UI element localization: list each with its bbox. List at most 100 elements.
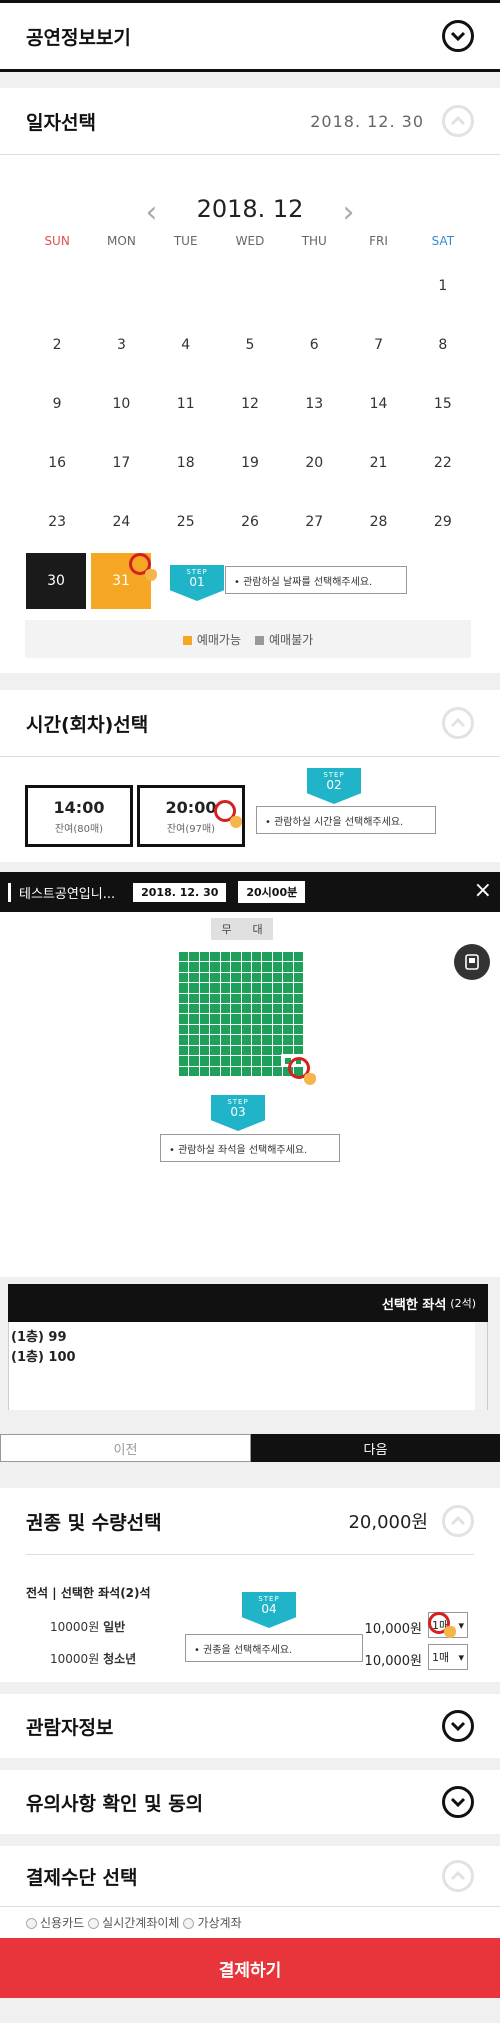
seat[interactable]	[210, 1035, 220, 1045]
calendar-day-selected[interactable]: 30	[26, 553, 86, 609]
chevron-right-icon[interactable]: ›	[343, 195, 355, 230]
seat[interactable]	[251, 1066, 262, 1076]
seat[interactable]	[199, 1014, 210, 1024]
seat[interactable]	[231, 1056, 241, 1066]
seat[interactable]	[179, 1014, 189, 1024]
seat[interactable]	[241, 983, 251, 993]
seat[interactable]	[283, 962, 293, 972]
seat[interactable]	[210, 983, 220, 993]
seat[interactable]	[199, 972, 210, 983]
seat[interactable]	[199, 1056, 210, 1066]
seat[interactable]	[293, 1014, 303, 1024]
seat[interactable]	[231, 952, 241, 962]
seat[interactable]	[241, 1035, 251, 1045]
seat[interactable]	[231, 1004, 241, 1014]
seat[interactable]	[220, 993, 231, 1004]
seat[interactable]	[241, 952, 251, 962]
seat[interactable]	[210, 1004, 220, 1014]
seat[interactable]	[241, 1045, 251, 1056]
seat[interactable]	[199, 1045, 210, 1056]
chevron-left-icon[interactable]: ‹	[145, 195, 157, 230]
seat[interactable]	[293, 983, 303, 993]
seat[interactable]	[210, 1056, 220, 1066]
seat[interactable]	[293, 952, 303, 962]
seat[interactable]	[293, 972, 303, 983]
seat[interactable]	[189, 1066, 199, 1076]
seat[interactable]	[283, 1035, 293, 1045]
seat[interactable]	[251, 952, 262, 962]
seat[interactable]	[293, 1024, 303, 1035]
seat[interactable]	[189, 993, 199, 1004]
seat[interactable]	[283, 972, 293, 983]
seat[interactable]	[210, 993, 220, 1004]
seat[interactable]	[262, 1024, 272, 1035]
seat[interactable]	[293, 1004, 303, 1014]
quantity-select[interactable]: 1매 ▾	[428, 1644, 468, 1670]
seat[interactable]	[241, 972, 251, 983]
seat[interactable]	[283, 983, 293, 993]
seat[interactable]	[262, 993, 272, 1004]
seat[interactable]	[220, 1014, 231, 1024]
seat[interactable]	[262, 983, 272, 993]
notice-header[interactable]: 유의사항 확인 및 동의	[0, 1770, 500, 1834]
chevron-down-icon[interactable]	[442, 1786, 474, 1818]
seat[interactable]	[199, 993, 210, 1004]
seat[interactable]	[283, 1014, 293, 1024]
seat[interactable]	[272, 952, 283, 962]
seat[interactable]	[189, 952, 199, 962]
seat[interactable]	[210, 962, 220, 972]
radio-virtual[interactable]: 가상계좌	[183, 1914, 242, 1931]
seat[interactable]	[272, 972, 283, 983]
seat[interactable]	[293, 1035, 303, 1045]
radio-transfer[interactable]: 실시간계좌이체	[88, 1914, 179, 1931]
seat[interactable]	[231, 1024, 241, 1035]
seat[interactable]	[251, 962, 262, 972]
seat[interactable]	[179, 993, 189, 1004]
seat[interactable]	[179, 1004, 189, 1014]
date-select-header[interactable]: 일자선택 2018. 12. 30	[0, 88, 500, 154]
seat[interactable]	[179, 983, 189, 993]
seat[interactable]	[251, 1035, 262, 1045]
seat[interactable]	[231, 962, 241, 972]
scrollbar[interactable]	[475, 1322, 487, 1410]
seat[interactable]	[272, 1014, 283, 1024]
seat[interactable]	[262, 1056, 272, 1066]
ticket-header[interactable]: 권종 및 수량선택 20,000원	[0, 1488, 500, 1554]
seat[interactable]	[179, 1024, 189, 1035]
seat[interactable]	[189, 972, 199, 983]
seat[interactable]	[199, 983, 210, 993]
seat[interactable]	[272, 1056, 283, 1066]
seat[interactable]	[231, 1045, 241, 1056]
seat[interactable]	[251, 983, 262, 993]
chevron-up-icon[interactable]	[442, 1505, 474, 1537]
seat[interactable]	[283, 993, 293, 1004]
prev-button[interactable]: 이전	[0, 1434, 251, 1462]
seat[interactable]	[293, 993, 303, 1004]
seat[interactable]	[220, 983, 231, 993]
seat[interactable]	[293, 962, 303, 972]
chevron-down-icon[interactable]	[442, 1710, 474, 1742]
seat[interactable]	[272, 962, 283, 972]
seat[interactable]	[262, 1004, 272, 1014]
seat[interactable]	[272, 1045, 283, 1056]
perf-info-header[interactable]: 공연정보보기	[0, 3, 500, 69]
seat[interactable]	[220, 1035, 231, 1045]
seat[interactable]	[283, 1045, 293, 1056]
seat[interactable]	[231, 993, 241, 1004]
seat[interactable]	[179, 1056, 189, 1066]
seat[interactable]	[179, 962, 189, 972]
seat[interactable]	[220, 952, 231, 962]
seat[interactable]	[251, 1014, 262, 1024]
seat[interactable]	[220, 1066, 231, 1076]
seat[interactable]	[220, 962, 231, 972]
payment-header[interactable]: 결제수단 선택	[0, 1846, 500, 1906]
seat[interactable]	[189, 962, 199, 972]
seat[interactable]	[220, 1004, 231, 1014]
seat[interactable]	[220, 1024, 231, 1035]
seat[interactable]	[220, 1045, 231, 1056]
seat[interactable]	[262, 1014, 272, 1024]
seat[interactable]	[199, 1066, 210, 1076]
chevron-up-icon[interactable]	[442, 1860, 474, 1892]
seat[interactable]	[251, 1056, 262, 1066]
seat[interactable]	[241, 1004, 251, 1014]
